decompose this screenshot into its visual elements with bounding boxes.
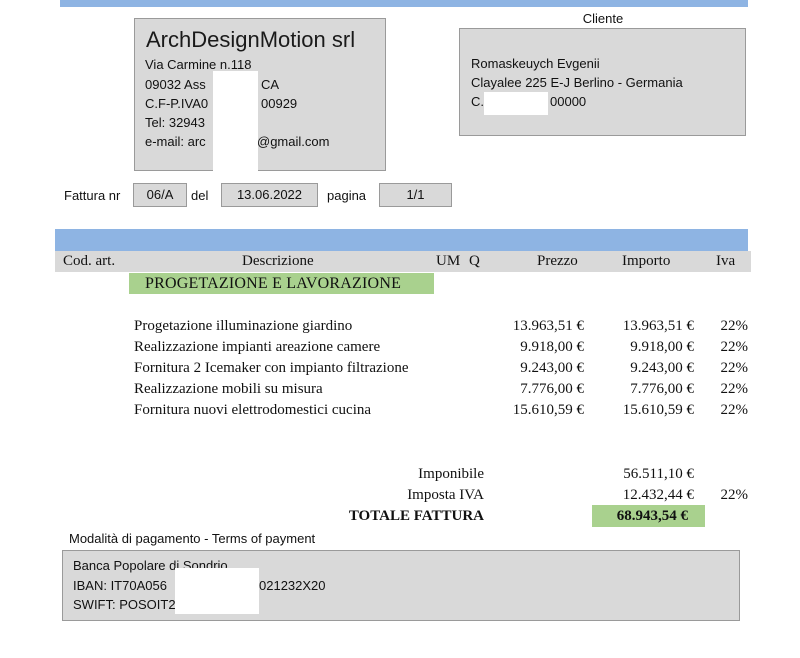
- sender-vat-prefix: C.F-P.IVA0: [145, 96, 209, 111]
- header-description: Descrizione: [242, 253, 314, 269]
- sender-city-prefix: 09032 Ass: [145, 77, 206, 92]
- sender-phone: Tel: 32943: [145, 115, 205, 130]
- sender-company-name: ArchDesignMotion srl: [146, 27, 356, 52]
- invoice-number-label: Fattura nr: [64, 188, 121, 203]
- row-price: 13.963,51 €: [512, 318, 584, 334]
- client-name: Romaskeuych Evgenii: [471, 56, 600, 71]
- header-code: Cod. art.: [63, 253, 116, 269]
- header-q: Q: [469, 253, 480, 269]
- grand-total-label: TOTALE FATTURA: [348, 508, 484, 524]
- row-description: Realizzazione mobili su misura: [134, 381, 323, 397]
- row-amount: 15.610,59 €: [622, 402, 694, 418]
- row-amount: 7.776,00 €: [630, 381, 694, 397]
- table-row: Fornitura nuovi elettrodomestici cucina …: [0, 402, 800, 423]
- section-title: PROGETAZIONE E LAVORAZIONE: [129, 273, 434, 294]
- row-amount: 13.963,51 €: [622, 318, 694, 334]
- table-row: Fornitura 2 Icemaker con impianto filtra…: [0, 360, 800, 381]
- table-header-row: Cod. art. Descrizione UM Q Prezzo Import…: [55, 251, 751, 272]
- sender-city-suffix: CA: [261, 77, 280, 92]
- row-price: 9.243,00 €: [520, 360, 584, 376]
- sender-email-prefix: e-mail: arc: [145, 134, 206, 149]
- table-row: Realizzazione mobili su misura 7.776,00 …: [0, 381, 800, 402]
- client-code-prefix: C.: [471, 94, 484, 109]
- tax-value: 12.432,44 €: [622, 487, 694, 503]
- row-description: Progetazione illuminazione giardino: [134, 318, 353, 334]
- payment-terms-label: Modalità di pagamento - Terms of payment: [69, 531, 316, 546]
- row-vat: 22%: [720, 318, 749, 334]
- sender-redaction: [213, 71, 258, 171]
- invoice-page: 1/1: [379, 183, 452, 207]
- table-row: Realizzazione impianti areazione camere …: [0, 339, 800, 360]
- client-code-suffix: 00000: [550, 94, 587, 109]
- client-redaction: [484, 92, 548, 115]
- row-vat: 22%: [720, 339, 749, 355]
- sender-vat-suffix: 00929: [261, 96, 298, 111]
- table-blue-bar: [55, 229, 748, 251]
- header-amount: Importo: [622, 253, 671, 269]
- sender-address: Via Carmine n.118: [145, 57, 252, 72]
- invoice-date: 13.06.2022: [221, 183, 318, 207]
- row-vat: 22%: [720, 360, 749, 376]
- table-row: Progetazione illuminazione giardino 13.9…: [0, 318, 800, 339]
- row-description: Realizzazione impianti areazione camere: [134, 339, 381, 355]
- row-vat: 22%: [720, 381, 749, 397]
- header-um: UM: [436, 253, 461, 269]
- header-price: Prezzo: [537, 253, 578, 269]
- row-amount: 9.918,00 €: [630, 339, 694, 355]
- iban-prefix: IBAN: IT70A056: [73, 578, 167, 593]
- payment-box: Banca Popolare di Sondrio IBAN: IT70A056…: [62, 550, 740, 621]
- swift-prefix: SWIFT: POSOIT2: [73, 597, 176, 612]
- client-box: Romaskeuych Evgenii Clayalee 225 E-J Ber…: [459, 28, 746, 136]
- client-address: Clayalee 225 E-J Berlino - Germania: [471, 75, 683, 90]
- payment-redaction: [175, 568, 259, 614]
- taxable-value: 56.511,10 €: [623, 466, 694, 482]
- row-price: 9.918,00 €: [520, 339, 584, 355]
- tax-label: Imposta IVA: [407, 487, 484, 503]
- taxable-label: Imponibile: [418, 466, 484, 482]
- tax-rate: 22%: [720, 487, 749, 503]
- invoice-page-label: pagina: [327, 188, 367, 203]
- row-price: 7.776,00 €: [520, 381, 584, 397]
- row-description: Fornitura 2 Icemaker con impianto filtra…: [134, 360, 409, 376]
- client-label: Cliente: [582, 11, 624, 26]
- sender-email-suffix: @gmail.com: [257, 134, 330, 149]
- row-vat: 22%: [720, 402, 749, 418]
- top-accent-bar: [60, 0, 748, 7]
- sender-box: ArchDesignMotion srl Via Carmine n.118 0…: [134, 18, 386, 171]
- header-vat: Iva: [716, 253, 736, 269]
- row-amount: 9.243,00 €: [630, 360, 694, 376]
- iban-suffix: 021232X20: [259, 578, 326, 593]
- invoice-date-label: del: [191, 188, 209, 203]
- grand-total-value: 68.943,54 €: [616, 508, 688, 524]
- row-price: 15.610,59 €: [512, 402, 584, 418]
- row-description: Fornitura nuovi elettrodomestici cucina: [134, 402, 372, 418]
- invoice-number: 06/A: [133, 183, 187, 207]
